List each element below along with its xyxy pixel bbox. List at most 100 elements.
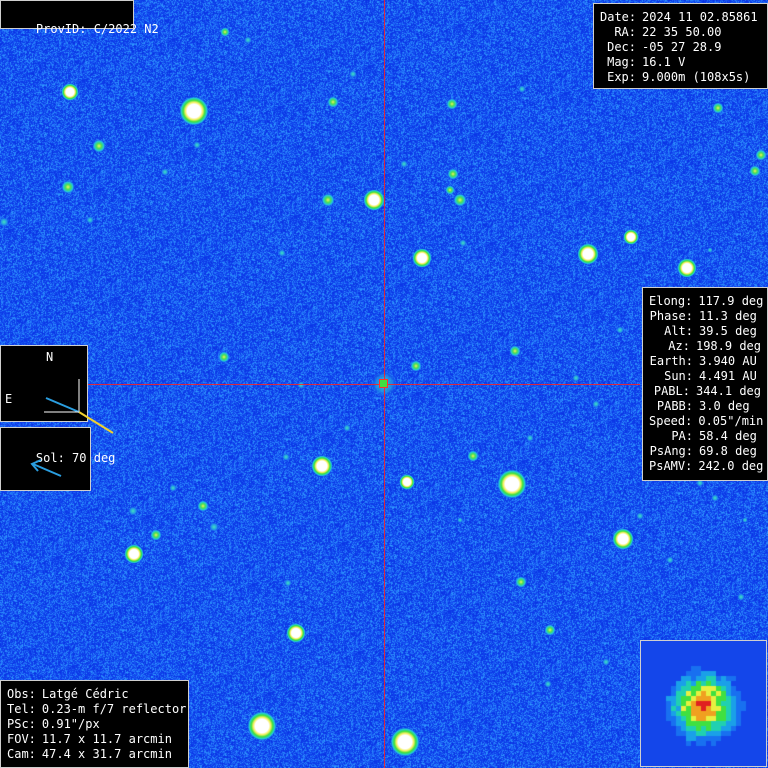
geometry-label: Sun: [664, 369, 693, 383]
geometry-value: 344.1 deg [695, 384, 761, 398]
star [282, 453, 290, 461]
star [247, 711, 277, 741]
star [636, 512, 644, 520]
geometry-row: Az: 198.9 deg [649, 339, 761, 354]
geometry-label: PsAMV: [649, 459, 693, 473]
observation-info-box: Date: 2024 11 02.85861 RA: 22 35 50.00 Dec: -… [593, 3, 768, 89]
star [666, 556, 674, 564]
star [61, 180, 75, 194]
geometry-value: 3.0 deg [699, 399, 750, 413]
star [193, 141, 201, 149]
geometry-value: 4.491 AU [699, 369, 757, 383]
star [400, 160, 408, 168]
compass-north-label: N [46, 350, 54, 364]
observation-row: Date: 2024 11 02.85861 [600, 10, 761, 25]
geometry-value: 117.9 deg [698, 294, 764, 308]
star [544, 680, 552, 688]
observation-value: 2024 11 02.85861 [642, 10, 758, 24]
geometry-row: PA: 58.4 deg [649, 429, 761, 444]
star [515, 576, 527, 588]
instrument-row: Obs: Latgé Cédric [7, 687, 182, 702]
star [446, 98, 458, 110]
instrument-row: FOV: 11.7 x 11.7 arcmin [7, 732, 182, 747]
observation-value: 16.1 V [642, 55, 686, 69]
geometry-value: 242.0 deg [698, 459, 764, 473]
observation-label: Date: [600, 10, 637, 24]
star [577, 243, 599, 265]
star [459, 239, 467, 247]
geometry-label: PA: [671, 429, 693, 443]
geometry-label: Alt: [664, 324, 693, 338]
observation-row: Mag: 16.1 V [600, 55, 761, 70]
star [220, 27, 230, 37]
geometry-value: 39.5 deg [699, 324, 757, 338]
geometry-row: Elong: 117.9 deg [649, 294, 764, 309]
star [712, 102, 724, 114]
instrument-info-box: Obs: Latgé Cédric Tel: 0.23-m f/7 reflector… [0, 680, 189, 768]
geometry-row: Sun: 4.491 AU [649, 369, 761, 384]
star [711, 494, 719, 502]
star [92, 139, 106, 153]
star [447, 168, 459, 180]
geometry-value: 58.4 deg [699, 429, 757, 443]
star [150, 529, 162, 541]
instrument-value: 0.91"/px [41, 717, 100, 731]
instrument-value: 47.4 x 31.7 arcmin [41, 747, 172, 761]
geometry-label: Speed: [649, 414, 693, 428]
geometry-info-box: Elong: 117.9 deg Phase: 11.3 deg Alt: 39.5 de… [642, 287, 768, 481]
star [526, 434, 534, 442]
geometry-row: PsAMV: 242.0 deg [649, 459, 764, 474]
observation-label: Exp: [607, 70, 636, 84]
star [209, 522, 219, 532]
observation-row: RA: 22 35 50.00 [600, 25, 761, 40]
star [284, 579, 292, 587]
instrument-row: PSc: 0.91"/px [7, 717, 182, 732]
star [497, 469, 527, 499]
comet-zoom-thumbnail [640, 640, 767, 767]
instrument-label: PSc: [7, 717, 36, 731]
star [453, 193, 467, 207]
geometry-value: 11.3 deg [699, 309, 757, 323]
star [244, 36, 252, 44]
observation-label: RA: [614, 25, 636, 39]
geometry-label: Earth: [649, 354, 693, 368]
star [509, 345, 521, 357]
star [349, 70, 357, 78]
star [399, 474, 415, 490]
star [197, 500, 209, 512]
instrument-value: Latgé Cédric [41, 687, 129, 701]
observation-value: -05 27 28.9 [642, 40, 722, 54]
observation-row: Dec: -05 27 28.9 [600, 40, 761, 55]
star [445, 185, 455, 195]
compass-graphic [43, 379, 114, 434]
star [0, 217, 9, 227]
provid-label: ProvID: [35, 22, 87, 36]
provid-value: C/2022 N2 [93, 22, 159, 36]
star [677, 258, 697, 278]
star [742, 517, 748, 523]
geometry-label: PABL: [653, 384, 690, 398]
instrument-label: Tel: [7, 702, 36, 716]
star [544, 624, 556, 636]
comet-image-frame: ProvID: C/2022 N2 Date: 2024 11 02.85861 R… [0, 0, 768, 768]
star [410, 360, 422, 372]
star [169, 484, 177, 492]
star [412, 248, 432, 268]
observation-value: 9.000m (108x5s) [642, 70, 751, 84]
star [592, 400, 600, 408]
star [124, 544, 144, 564]
geometry-row: PABB: 3.0 deg [649, 399, 761, 414]
geometry-label: Phase: [649, 309, 693, 323]
instrument-row: Tel: 0.23-m f/7 reflector [7, 702, 186, 717]
geometry-label: PABB: [656, 399, 693, 413]
star [518, 85, 526, 93]
sun-arrow-icon [30, 459, 62, 477]
star [61, 83, 79, 101]
star [128, 506, 138, 516]
star [467, 450, 479, 462]
star [363, 189, 385, 211]
star [278, 249, 286, 257]
instrument-value: 0.23-m f/7 reflector [41, 702, 187, 716]
star [161, 168, 169, 176]
geometry-row: Speed: 0.05"/min [649, 414, 763, 429]
